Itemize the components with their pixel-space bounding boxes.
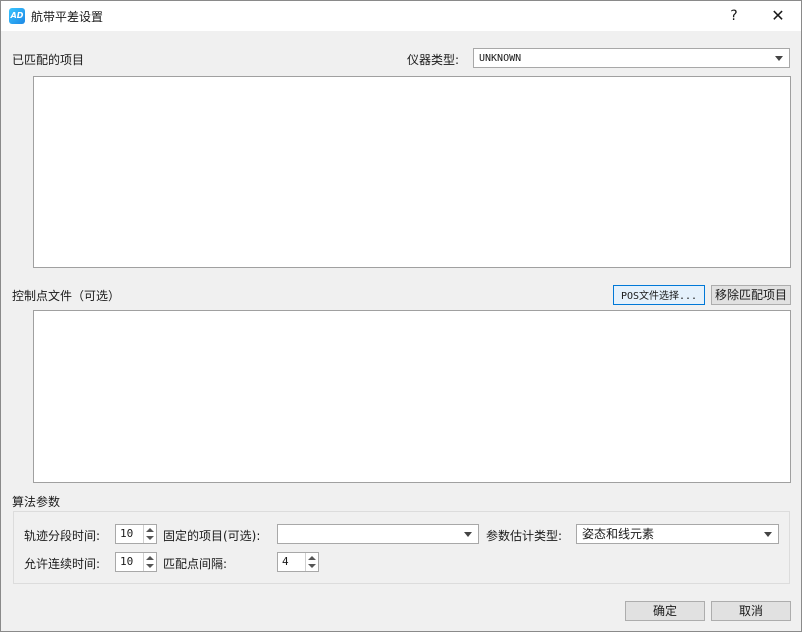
spin-arrows[interactable] — [143, 553, 156, 571]
chevron-down-icon — [775, 56, 783, 61]
spin-arrows[interactable] — [143, 525, 156, 543]
spin-arrows[interactable] — [305, 553, 318, 571]
pos-file-select-label: POS文件选择... — [620, 291, 698, 302]
pos-file-select-button[interactable]: POS文件选择... — [613, 285, 705, 305]
cancel-button[interactable]: 取消 — [711, 601, 791, 621]
dialog-window: AD 航带平差设置 ? ✕ 已匹配的项目 仪器类型: UNKNOWN 控制点文件… — [0, 0, 802, 632]
ok-button[interactable]: 确定 — [625, 601, 705, 621]
estimate-type-select[interactable]: 姿态和线元素 — [576, 524, 779, 544]
match-interval-label: 匹配点间隔: — [163, 557, 228, 571]
continuous-time-spinbox[interactable]: 10 — [115, 552, 157, 572]
spin-down-icon[interactable] — [308, 564, 316, 568]
segment-time-label: 轨迹分段时间: — [24, 529, 101, 543]
help-button[interactable]: ? — [719, 1, 749, 31]
close-button[interactable]: ✕ — [763, 1, 793, 31]
matched-items-list[interactable] — [33, 76, 791, 268]
match-interval-spinbox[interactable]: 4 — [277, 552, 319, 572]
title-bar: AD 航带平差设置 ? ✕ — [1, 1, 801, 31]
app-logo-icon: AD — [9, 8, 25, 24]
continuous-time-label: 允许连续时间: — [24, 557, 101, 571]
estimate-type-value: 姿态和线元素 — [582, 527, 655, 541]
algorithm-params-label: 算法参数 — [12, 495, 61, 509]
window-title: 航带平差设置 — [31, 10, 104, 24]
estimate-type-label: 参数估计类型: — [486, 529, 563, 543]
remove-matched-button[interactable]: 移除匹配项目 — [711, 285, 791, 305]
chevron-down-icon — [764, 532, 772, 537]
segment-time-value: 10 — [120, 527, 134, 540]
continuous-time-value: 10 — [120, 555, 134, 568]
algorithm-params-group — [13, 511, 790, 584]
instrument-type-label: 仪器类型: — [407, 53, 460, 67]
spin-up-icon[interactable] — [146, 556, 154, 560]
segment-time-spinbox[interactable]: 10 — [115, 524, 157, 544]
chevron-down-icon — [464, 532, 472, 537]
spin-up-icon[interactable] — [146, 528, 154, 532]
spin-down-icon[interactable] — [146, 564, 154, 568]
spin-up-icon[interactable] — [308, 556, 316, 560]
control-point-file-label: 控制点文件（可选） — [12, 289, 121, 303]
control-point-list[interactable] — [33, 310, 791, 483]
instrument-type-select[interactable]: UNKNOWN — [473, 48, 790, 68]
fixed-items-label: 固定的项目(可选): — [163, 529, 261, 543]
matched-items-label: 已匹配的项目 — [12, 53, 85, 67]
spin-down-icon[interactable] — [146, 536, 154, 540]
match-interval-value: 4 — [282, 555, 289, 568]
fixed-items-select[interactable] — [277, 524, 479, 544]
instrument-type-value: UNKNOWN — [479, 53, 522, 64]
